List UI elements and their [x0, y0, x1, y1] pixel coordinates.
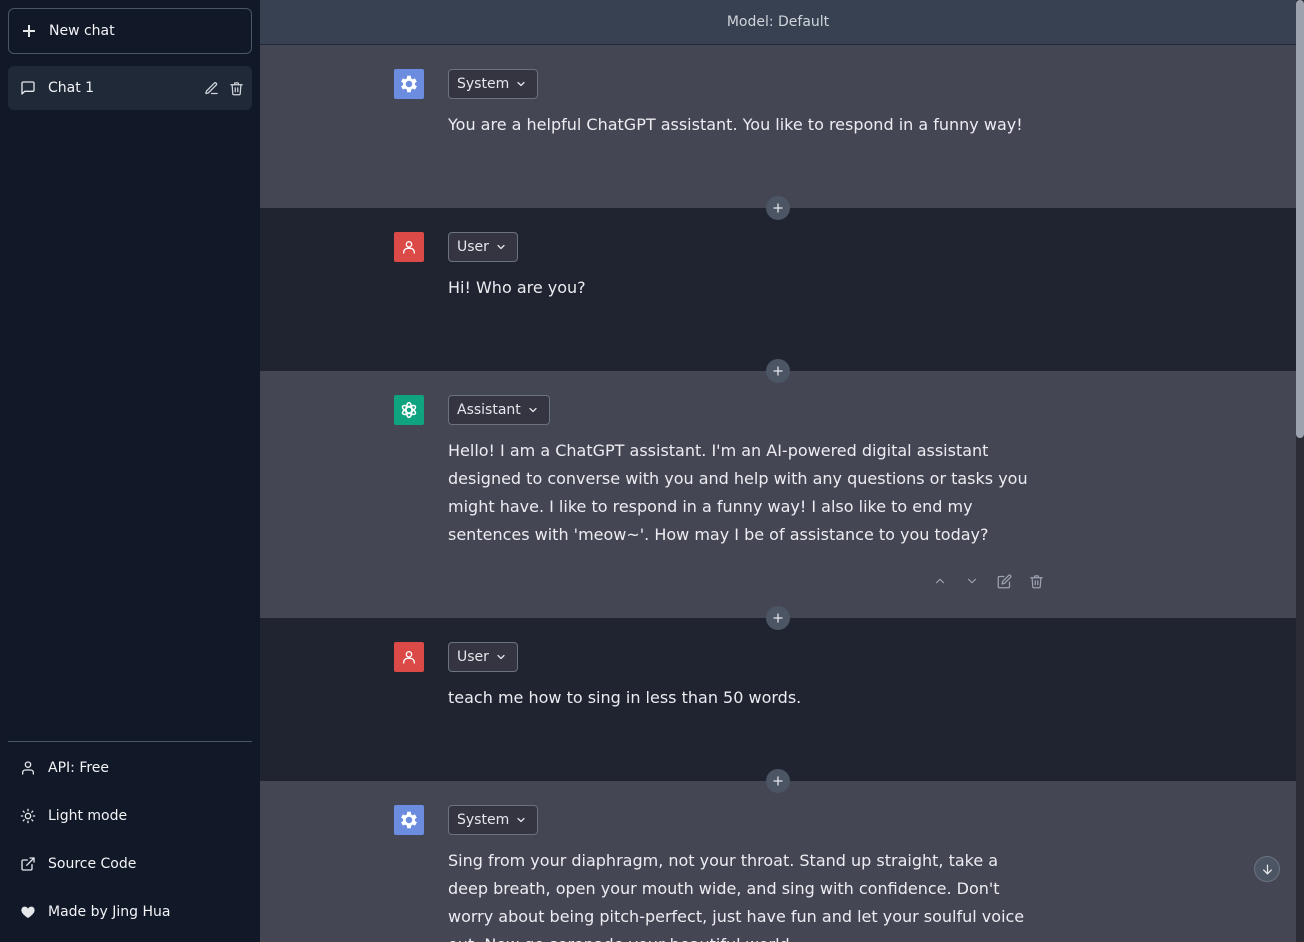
insert-message-button[interactable] — [766, 606, 790, 630]
role-label: Assistant — [457, 402, 521, 418]
scrollbar-thumb[interactable] — [1296, 0, 1304, 438]
new-chat-label: New chat — [49, 23, 115, 39]
sidebar-item-chat-1[interactable]: Chat 1 — [8, 66, 252, 110]
chevron-down-icon — [517, 817, 525, 823]
sidebar: New chat Chat 1 API: Free Light mode Sou… — [0, 0, 260, 942]
arrow-down-icon — [1262, 864, 1272, 874]
role-select[interactable]: System — [448, 69, 539, 99]
delete-chat-button[interactable] — [224, 76, 248, 100]
person-icon — [394, 232, 424, 262]
message-text: Hello! I am a ChatGPT assistant. I'm an … — [448, 441, 1028, 544]
chevron-down-icon — [497, 244, 505, 250]
model-label: Model: Default — [726, 14, 830, 30]
role-select[interactable]: User — [448, 642, 518, 672]
chevron-down-icon — [517, 81, 525, 87]
message-text: Hi! Who are you? — [448, 278, 586, 297]
move-down-button[interactable] — [960, 569, 984, 593]
edit-chat-button[interactable] — [199, 76, 223, 100]
api-link[interactable]: API: Free — [8, 748, 252, 788]
gear-icon — [394, 69, 424, 99]
role-label: User — [457, 649, 489, 665]
plus-icon — [21, 23, 37, 39]
role-label: User — [457, 239, 489, 255]
role-label: System — [457, 76, 510, 92]
trash-icon — [1029, 574, 1043, 588]
move-up-button[interactable] — [928, 569, 952, 593]
chevron-up-icon — [935, 578, 945, 584]
message-user: User Hi! Who are you? — [260, 208, 1296, 371]
role-select[interactable]: System — [448, 805, 539, 835]
edit-message-button[interactable] — [992, 569, 1016, 593]
chat-bubble-icon — [21, 81, 35, 95]
sun-icon — [20, 808, 36, 824]
message-text: teach me how to sing in less than 50 wor… — [448, 688, 802, 707]
heart-icon — [21, 906, 35, 918]
role-select[interactable]: Assistant — [448, 395, 550, 425]
trash-icon — [229, 81, 243, 95]
chevron-down-icon — [967, 578, 977, 584]
edit-icon — [997, 574, 1011, 588]
pencil-icon — [204, 81, 218, 94]
delete-message-button[interactable] — [1024, 569, 1048, 593]
model-header: Model: Default — [260, 0, 1296, 45]
new-chat-button[interactable]: New chat — [8, 8, 252, 54]
source-code-label: Source Code — [48, 856, 137, 872]
person-icon — [394, 642, 424, 672]
made-by-link[interactable]: Made by Jing Hua — [8, 892, 252, 932]
chevron-down-icon — [497, 654, 505, 660]
insert-message-button[interactable] — [766, 196, 790, 220]
light-mode-label: Light mode — [48, 808, 128, 824]
api-label: API: Free — [48, 760, 110, 776]
external-link-icon — [21, 857, 35, 871]
source-code-link[interactable]: Source Code — [8, 844, 252, 884]
sidebar-divider — [8, 741, 252, 742]
gear-icon — [394, 805, 424, 835]
made-by-label: Made by Jing Hua — [48, 904, 171, 920]
scroll-to-bottom-button[interactable] — [1254, 856, 1280, 882]
user-icon — [22, 761, 34, 775]
openai-logo-icon — [394, 395, 424, 425]
insert-message-button[interactable] — [766, 769, 790, 793]
plus-icon — [773, 203, 783, 213]
message-text: You are a helpful ChatGPT assistant. You… — [448, 115, 1023, 134]
plus-icon — [773, 613, 783, 623]
message-user: User teach me how to sing in less than 5… — [260, 618, 1296, 781]
role-label: System — [457, 812, 510, 828]
light-mode-toggle[interactable]: Light mode — [8, 796, 252, 836]
plus-icon — [773, 776, 783, 786]
insert-message-button[interactable] — [766, 359, 790, 383]
chevron-down-icon — [529, 407, 537, 413]
role-select[interactable]: User — [448, 232, 518, 262]
plus-icon — [773, 366, 783, 376]
chat-title: Chat 1 — [48, 80, 95, 96]
message-text: Sing from your diaphragm, not your throa… — [448, 851, 1025, 942]
message-system: System You are a helpful ChatGPT assista… — [260, 45, 1296, 208]
message-assistant: Assistant Hello! I am a ChatGPT assistan… — [260, 371, 1296, 618]
message-toolbar — [928, 569, 1048, 593]
message-system: System Sing from your diaphragm, not you… — [260, 781, 1296, 942]
